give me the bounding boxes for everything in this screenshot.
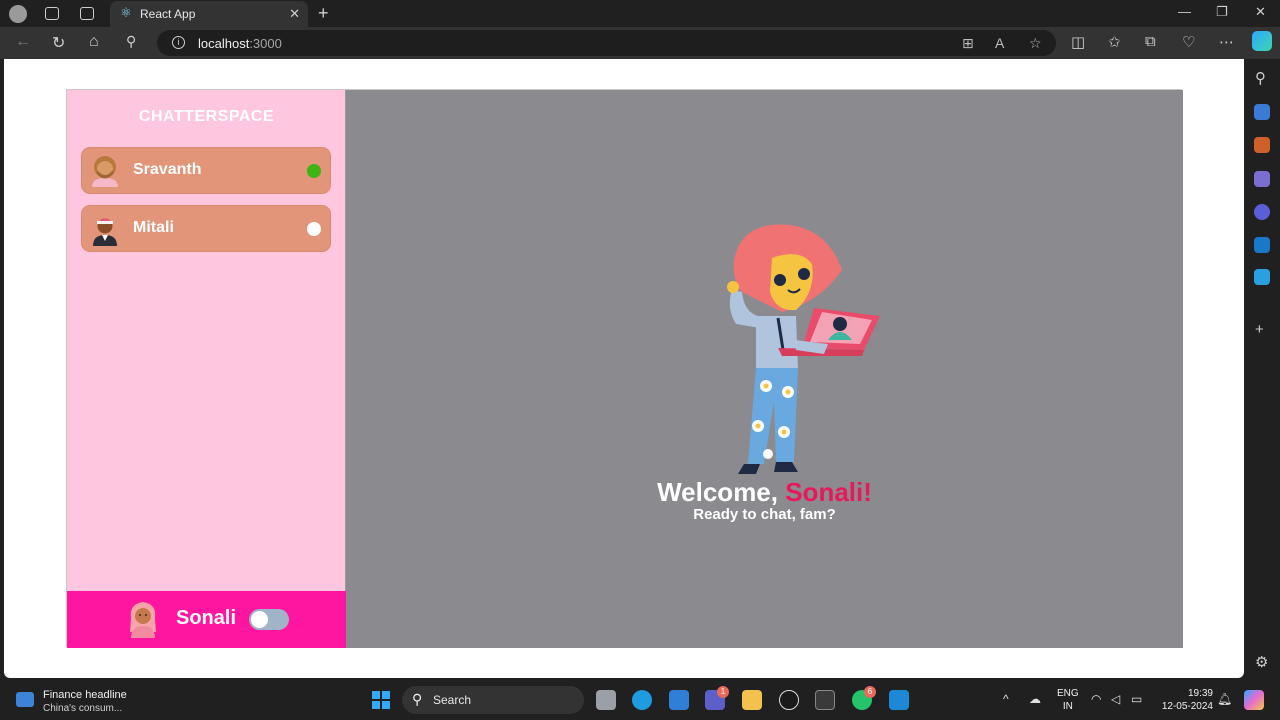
copilot-icon[interactable] xyxy=(1252,31,1272,51)
favorite-star-icon[interactable]: ☆ xyxy=(1029,35,1042,52)
news-subtext: China's consum... xyxy=(43,703,123,714)
vscode-icon[interactable] xyxy=(889,690,909,710)
offline-status-indicator xyxy=(307,222,321,236)
system-clock[interactable]: 19:39 12-05-2024 xyxy=(1157,687,1213,713)
outlook-icon[interactable] xyxy=(1254,237,1270,253)
avatar xyxy=(92,156,118,187)
start-button[interactable] xyxy=(372,691,390,709)
tab-actions-icon[interactable] xyxy=(80,7,94,20)
volume-icon[interactable]: ◁ xyxy=(1111,692,1120,706)
contact-item-sravanth[interactable]: Sravanth xyxy=(81,147,331,194)
chat-app: CHATTERSPACE Sravanth Mitali Sonali Welc… xyxy=(66,89,1183,648)
copilot-sidebar-icon[interactable] xyxy=(1254,204,1270,220)
favorites-icon[interactable]: ✩ xyxy=(1108,33,1121,51)
edge-sidebar: ⚲ + ⚙ xyxy=(1244,59,1280,679)
minimize-button[interactable]: — xyxy=(1178,4,1191,19)
browser-titlebar: ⚛ React App ✕ + — ❐ ✕ xyxy=(0,0,1280,27)
add-sidebar-app-icon[interactable]: + xyxy=(1255,321,1264,338)
sidebar-search-icon[interactable]: ⚲ xyxy=(1255,69,1266,87)
react-logo-icon: ⚛ xyxy=(120,5,132,20)
contact-name: Sravanth xyxy=(133,161,202,178)
show-hidden-icons-icon[interactable]: ^ xyxy=(1003,692,1009,706)
shopping-icon[interactable] xyxy=(1254,104,1270,120)
search-icon[interactable]: ⚲ xyxy=(126,33,136,50)
close-window-button[interactable]: ✕ xyxy=(1255,4,1266,20)
games-icon[interactable] xyxy=(1254,171,1270,187)
home-button[interactable]: ⌂ xyxy=(89,33,99,51)
sidebar-settings-icon[interactable]: ⚙ xyxy=(1255,653,1268,671)
contacts-sidebar: CHATTERSPACE Sravanth Mitali Sonali xyxy=(67,90,346,648)
back-button[interactable]: ← xyxy=(15,33,31,51)
theme-toggle[interactable] xyxy=(249,609,289,630)
url-text[interactable]: localhost:3000 xyxy=(198,36,282,51)
windows-taskbar: Finance headline China's consum... ⚲ Sea… xyxy=(0,680,1280,720)
notifications-icon[interactable]: 🔔︎ xyxy=(1217,692,1232,706)
online-status-indicator xyxy=(307,164,321,178)
read-aloud-icon[interactable]: A xyxy=(995,35,1004,51)
app-brand: CHATTERSPACE xyxy=(138,108,275,125)
mail-icon[interactable] xyxy=(669,690,689,710)
current-user-bar: Sonali xyxy=(67,591,346,648)
new-tab-button[interactable]: + xyxy=(318,3,329,24)
browser-toolbar: ← ↻ ⌂ ⚲ i localhost:3000 ⊞ A ☆ ◫ ✩ ⧉ ♡ ⋯ xyxy=(0,27,1280,59)
welcome-heading: Welcome, Sonali! xyxy=(657,477,872,507)
maximize-button[interactable]: ❐ xyxy=(1216,4,1228,20)
task-view-icon[interactable] xyxy=(596,690,616,710)
contact-name: Mitali xyxy=(133,219,174,236)
onedrive-icon[interactable]: ☁ xyxy=(1029,692,1041,706)
app-available-icon[interactable]: ⊞ xyxy=(962,35,974,52)
battery-icon[interactable]: ▭ xyxy=(1131,692,1142,706)
copilot-taskbar-icon[interactable] xyxy=(1244,690,1264,710)
welcome-illustration xyxy=(727,224,880,474)
avatar xyxy=(93,218,117,246)
refresh-button[interactable]: ↻ xyxy=(52,33,65,53)
news-widget-icon xyxy=(16,692,34,707)
tab-react-app[interactable]: ⚛ React App ✕ xyxy=(110,1,308,27)
chat-main-panel: Welcome, Sonali! Ready to chat, fam? xyxy=(346,90,1183,648)
profile-icon[interactable] xyxy=(9,5,27,23)
page-viewport: CHATTERSPACE Sravanth Mitali Sonali Welc… xyxy=(4,59,1244,678)
taskbar-search[interactable]: ⚲ Search xyxy=(402,686,584,714)
welcome-user-name: Sonali! xyxy=(785,477,872,507)
collections-icon[interactable]: ⧉ xyxy=(1145,33,1156,50)
edge-taskbar-icon[interactable] xyxy=(632,690,652,710)
site-info-icon[interactable]: i xyxy=(172,36,185,49)
current-user-name: Sonali xyxy=(176,607,237,629)
search-icon: ⚲ xyxy=(412,691,423,707)
whatsapp-badge: 6 xyxy=(864,686,876,698)
user-avatar xyxy=(130,602,156,638)
address-bar[interactable]: i localhost:3000 ⊞ A ☆ xyxy=(157,30,1056,56)
teams-badge: 1 xyxy=(717,686,729,698)
search-label: Search xyxy=(433,693,472,707)
toggle-knob xyxy=(251,611,268,628)
more-menu-icon[interactable]: ⋯ xyxy=(1219,33,1234,51)
browser-essentials-icon[interactable]: ♡ xyxy=(1182,33,1195,51)
close-tab-icon[interactable]: ✕ xyxy=(289,6,300,22)
wifi-icon[interactable]: ◠ xyxy=(1091,692,1101,706)
news-headline: Finance headline xyxy=(43,689,127,701)
input-language[interactable]: ENG IN xyxy=(1057,687,1079,713)
send-icon[interactable] xyxy=(1254,269,1270,285)
dell-icon[interactable] xyxy=(779,690,799,710)
welcome-subtitle: Ready to chat, fam? xyxy=(693,506,836,523)
split-screen-icon[interactable]: ◫ xyxy=(1071,33,1085,51)
tools-icon[interactable] xyxy=(1254,137,1270,153)
contact-item-mitali[interactable]: Mitali xyxy=(81,205,331,252)
tab-title: React App xyxy=(140,7,196,21)
workspaces-icon[interactable] xyxy=(45,7,59,20)
terminal-icon[interactable] xyxy=(815,690,835,710)
file-explorer-icon[interactable] xyxy=(742,690,762,710)
